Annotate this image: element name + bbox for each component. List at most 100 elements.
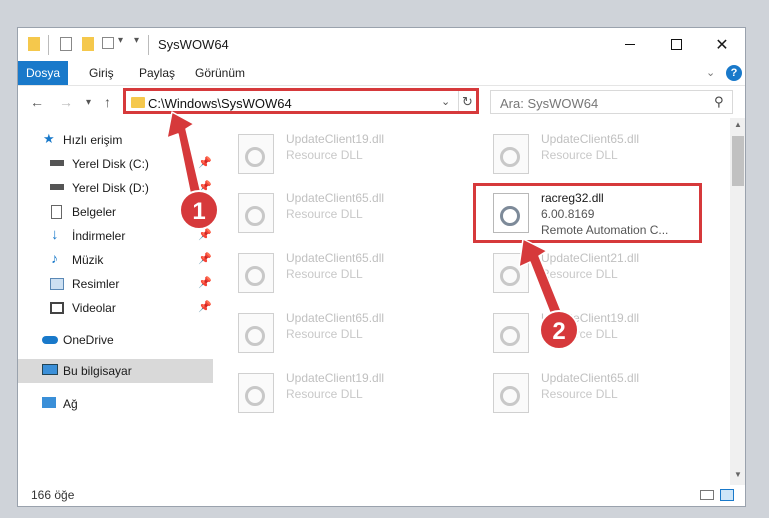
star-icon: ★ <box>43 131 55 146</box>
pictures-icon <box>50 278 64 290</box>
pin-icon[interactable]: 📌 <box>198 276 212 289</box>
expand-ribbon-icon[interactable]: ⌄ <box>706 61 715 85</box>
file-description: Resource DLL <box>286 207 363 221</box>
sidebar-item-this-pc[interactable]: Bu bilgisayar <box>18 359 213 383</box>
sidebar-item-label: Ağ <box>63 397 78 411</box>
chevron-down-icon[interactable]: ▾ <box>118 35 123 51</box>
search-placeholder[interactable]: Ara: SysWOW64 <box>500 96 598 111</box>
file-name: UpdateClient19.dll <box>286 371 385 385</box>
file-tile[interactable]: UpdateClient19.dll Resource DLL <box>222 128 462 176</box>
documents-icon <box>51 205 62 219</box>
scroll-down-icon[interactable]: ▼ <box>734 470 742 479</box>
drive-icon <box>50 184 64 190</box>
maximize-button[interactable] <box>653 28 699 61</box>
tab-file[interactable]: Dosya <box>18 61 68 85</box>
window-title: SysWOW64 <box>158 37 229 52</box>
maximize-icon <box>670 39 682 50</box>
file-tile[interactable]: UpdateClient65.dll Resource DLL <box>222 307 462 355</box>
folder-icon <box>28 37 40 51</box>
music-icon: ♪ <box>51 250 58 266</box>
file-description: Resource DLL <box>541 387 618 401</box>
file-description: Resource DLL <box>541 148 618 162</box>
divider <box>48 35 49 55</box>
file-tile[interactable]: UpdateClient19.dll Resource DLL <box>477 307 717 355</box>
callout-badge-2: 2 <box>539 310 579 350</box>
details-view-icon[interactable] <box>700 490 714 500</box>
minimize-icon <box>625 44 635 45</box>
sidebar-item-onedrive[interactable]: OneDrive <box>18 328 213 352</box>
file-description: Resource DLL <box>286 327 363 341</box>
properties-icon[interactable] <box>60 37 72 51</box>
download-icon: ↓ <box>51 226 59 243</box>
pin-icon[interactable]: 📌 <box>198 252 212 265</box>
file-tile[interactable]: UpdateClient21.dll Resource DLL <box>477 247 717 295</box>
sidebar-item-label: Bu bilgisayar <box>63 364 132 378</box>
sidebar-item-label: Belgeler <box>72 205 117 219</box>
sidebar-item-label: Müzik <box>72 253 104 267</box>
item-count: 166 öğe <box>31 488 75 502</box>
sidebar-item-videos[interactable]: Videolar 📌 <box>18 296 213 320</box>
file-tile[interactable]: UpdateClient65.dll Resource DLL <box>477 367 717 415</box>
large-icons-view-icon[interactable] <box>720 489 734 501</box>
dll-file-icon <box>493 373 529 413</box>
new-folder-icon[interactable] <box>82 37 94 51</box>
close-button[interactable]: ✕ <box>699 28 745 61</box>
gear-icon <box>245 206 265 226</box>
search-icon[interactable]: ⚲ <box>714 94 724 110</box>
status-bar: 166 öğe <box>18 484 745 506</box>
navigation-pane: ★ Hızlı erişim Yerel Disk (C:) 📌 Yerel D… <box>18 124 213 484</box>
recent-locations-icon[interactable]: ▾ <box>86 97 91 108</box>
file-description: Resource DLL <box>541 267 618 281</box>
sidebar-item-label: Yerel Disk (C:) <box>72 157 149 171</box>
file-name: UpdateClient65.dll <box>541 371 640 385</box>
help-icon[interactable]: ? <box>726 65 742 81</box>
ribbon-tabs: Dosya Giriş Paylaş Görünüm ⌄ ? <box>18 61 745 86</box>
dll-file-icon <box>493 253 529 293</box>
sidebar-item-label: Resimler <box>72 277 120 291</box>
callout-badge-1: 1 <box>179 190 219 230</box>
gear-icon <box>245 326 265 346</box>
divider <box>148 35 149 55</box>
file-name: UpdateClient65.dll <box>541 132 640 146</box>
tab-home[interactable]: Giriş <box>89 61 114 85</box>
tab-share[interactable]: Paylaş <box>139 61 175 85</box>
dll-file-icon <box>238 134 274 174</box>
sidebar-item-pictures[interactable]: Resimler 📌 <box>18 272 213 296</box>
file-description: Resource DLL <box>286 267 363 281</box>
file-tile[interactable]: UpdateClient65.dll Resource DLL <box>222 247 462 295</box>
sidebar-item-drive-c[interactable]: Yerel Disk (C:) 📌 <box>18 152 213 176</box>
address-highlight-box <box>123 88 479 114</box>
computer-icon <box>42 364 58 375</box>
file-list: UpdateClient19.dll Resource DLL UpdateCl… <box>222 124 742 484</box>
view-icon[interactable] <box>102 37 114 49</box>
pin-icon[interactable]: 📌 <box>198 300 212 313</box>
scrollbar-thumb[interactable] <box>732 136 744 186</box>
tab-view[interactable]: Görünüm <box>195 61 245 85</box>
gear-icon <box>245 147 265 167</box>
title-bar: ▾ ▾ SysWOW64 ✕ <box>18 28 745 61</box>
dll-file-icon <box>238 373 274 413</box>
dll-file-icon <box>238 193 274 233</box>
file-name: UpdateClient19.dll <box>286 132 385 146</box>
back-arrow-icon[interactable]: ← <box>30 94 44 110</box>
gear-icon <box>245 266 265 286</box>
file-tile[interactable]: UpdateClient65.dll Resource DLL <box>222 187 462 235</box>
search-box[interactable]: Ara: SysWOW64 ⚲ <box>490 90 733 114</box>
forward-arrow-icon[interactable]: → <box>59 94 73 110</box>
customize-qa-icon[interactable]: ▾ <box>134 35 139 51</box>
file-tile[interactable]: UpdateClient19.dll Resource DLL <box>222 367 462 415</box>
minimize-button[interactable] <box>607 28 653 61</box>
pin-icon[interactable]: 📌 <box>198 156 212 169</box>
dll-file-icon <box>238 313 274 353</box>
network-icon <box>42 397 56 408</box>
sidebar-item-label: Yerel Disk (D:) <box>72 181 149 195</box>
file-tile[interactable]: UpdateClient65.dll Resource DLL <box>477 128 717 176</box>
sidebar-item-music[interactable]: ♪ Müzik 📌 <box>18 248 213 272</box>
sidebar-item-quick-access[interactable]: ★ Hızlı erişim <box>18 128 213 152</box>
dll-file-icon <box>493 313 529 353</box>
vertical-scrollbar[interactable]: ▲ ▼ <box>730 118 745 485</box>
up-arrow-icon[interactable]: ↑ <box>104 94 111 110</box>
sidebar-item-downloads[interactable]: ↓ İndirmeler 📌 <box>18 224 213 248</box>
sidebar-item-network[interactable]: Ağ <box>18 392 213 416</box>
scroll-up-icon[interactable]: ▲ <box>734 120 742 129</box>
